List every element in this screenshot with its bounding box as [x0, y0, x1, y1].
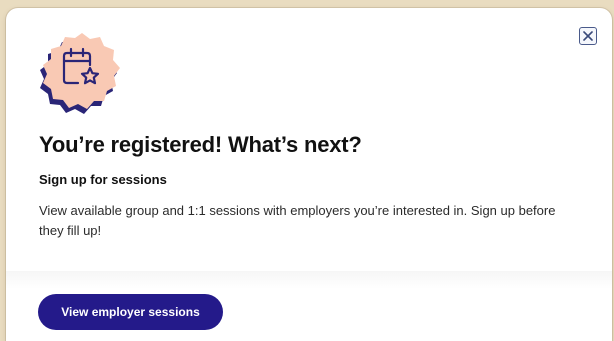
dialog-description: View available group and 1:1 sessions wi… [39, 203, 556, 238]
registration-dialog: You’re registered! What’s next? Sign up … [6, 8, 612, 341]
badge-shape [40, 33, 120, 114]
close-button[interactable] [579, 27, 597, 45]
dialog-title: You’re registered! What’s next? [39, 132, 362, 157]
close-icon [583, 31, 593, 41]
view-employer-sessions-button[interactable]: View employer sessions [38, 294, 223, 330]
dialog-subtitle: Sign up for sessions [39, 172, 167, 187]
calendar-star-badge [40, 33, 120, 114]
